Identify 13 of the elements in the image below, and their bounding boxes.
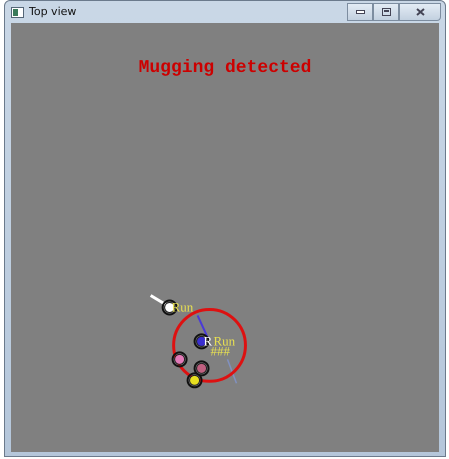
- window-icon: [11, 6, 24, 18]
- maximize-icon: [382, 8, 390, 16]
- agent-label: Run: [214, 333, 236, 348]
- minimize-button[interactable]: [347, 3, 373, 21]
- agent-label: R: [204, 333, 212, 348]
- heading-line: [150, 294, 166, 306]
- window-title: Top view: [29, 4, 76, 20]
- maximize-button[interactable]: [373, 3, 399, 21]
- close-button[interactable]: [399, 3, 441, 21]
- alert-text: Mugging detected: [138, 57, 312, 80]
- close-icon: [416, 8, 424, 16]
- trajectory-line: [226, 359, 238, 384]
- minimize-icon: [356, 10, 364, 14]
